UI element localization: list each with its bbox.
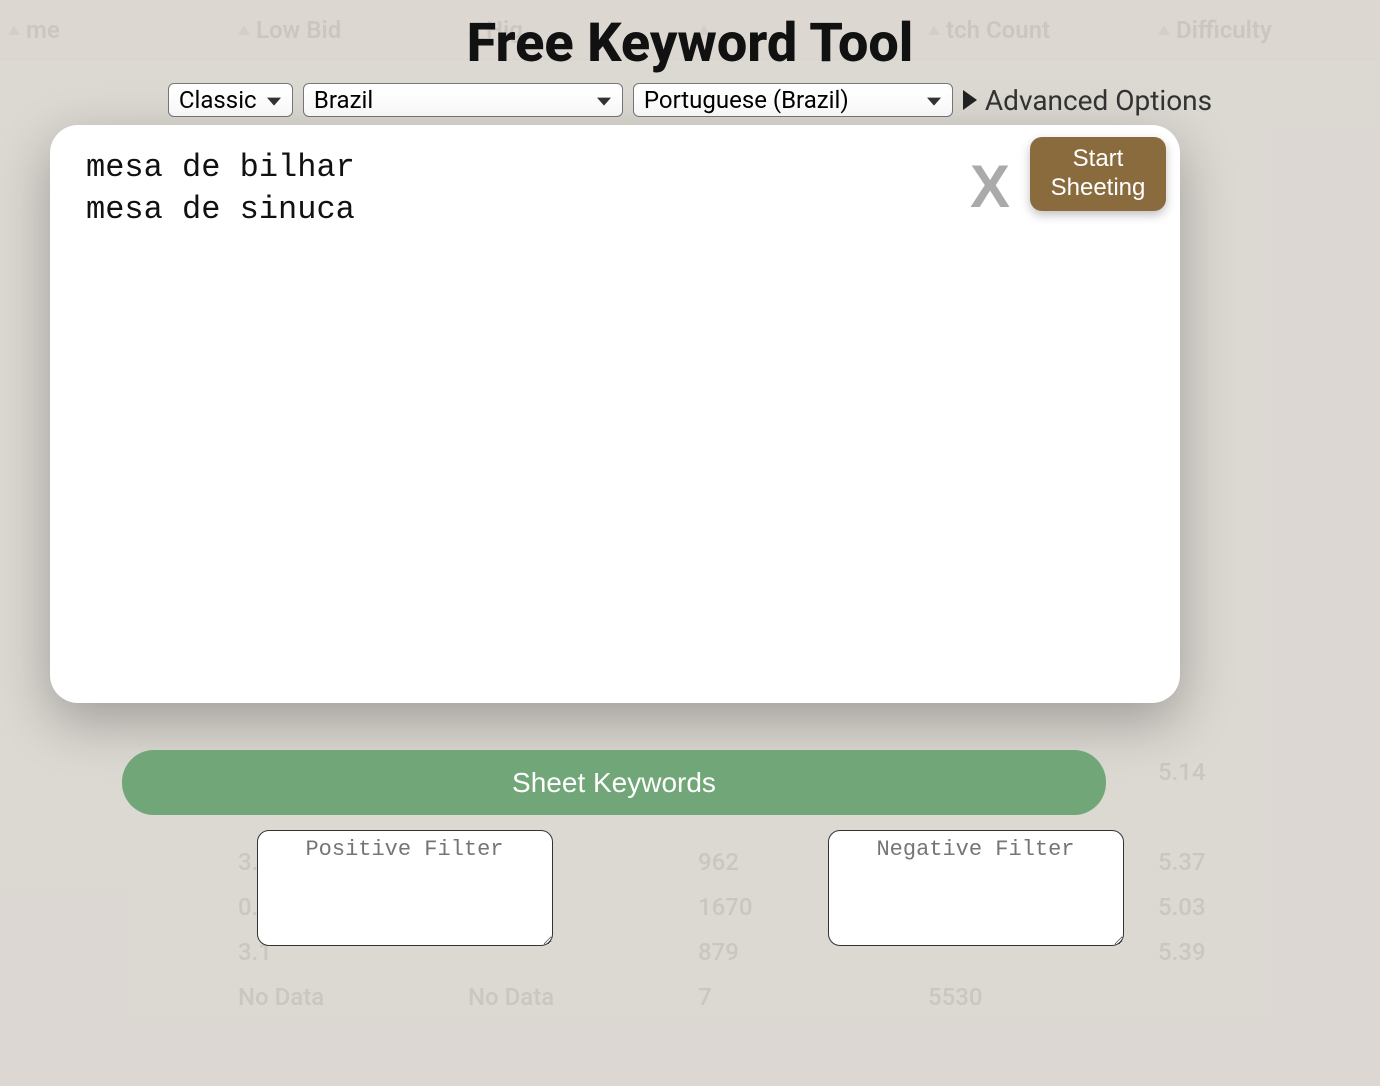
country-select[interactable]: Brazil bbox=[303, 83, 623, 117]
keyword-panel: X Start Sheeting bbox=[50, 125, 1180, 703]
advanced-options-toggle[interactable]: Advanced Options bbox=[963, 84, 1212, 117]
start-sheeting-button[interactable]: Start Sheeting bbox=[1030, 137, 1166, 211]
page-title: Free Keyword Tool bbox=[0, 12, 1380, 75]
keywords-input[interactable] bbox=[86, 147, 936, 681]
close-icon[interactable]: X bbox=[970, 157, 1010, 217]
negative-filter-input[interactable] bbox=[828, 830, 1124, 946]
triangle-right-icon bbox=[963, 90, 977, 110]
language-select[interactable]: Portuguese (Brazil) bbox=[633, 83, 953, 117]
positive-filter-input[interactable] bbox=[257, 830, 553, 946]
sheet-keywords-button[interactable]: Sheet Keywords bbox=[122, 750, 1106, 815]
advanced-options-label: Advanced Options bbox=[985, 84, 1212, 117]
type-select[interactable]: Classic bbox=[168, 83, 293, 117]
top-controls: Classic Brazil Portuguese (Brazil) Advan… bbox=[0, 83, 1380, 117]
filters-row bbox=[0, 830, 1380, 946]
